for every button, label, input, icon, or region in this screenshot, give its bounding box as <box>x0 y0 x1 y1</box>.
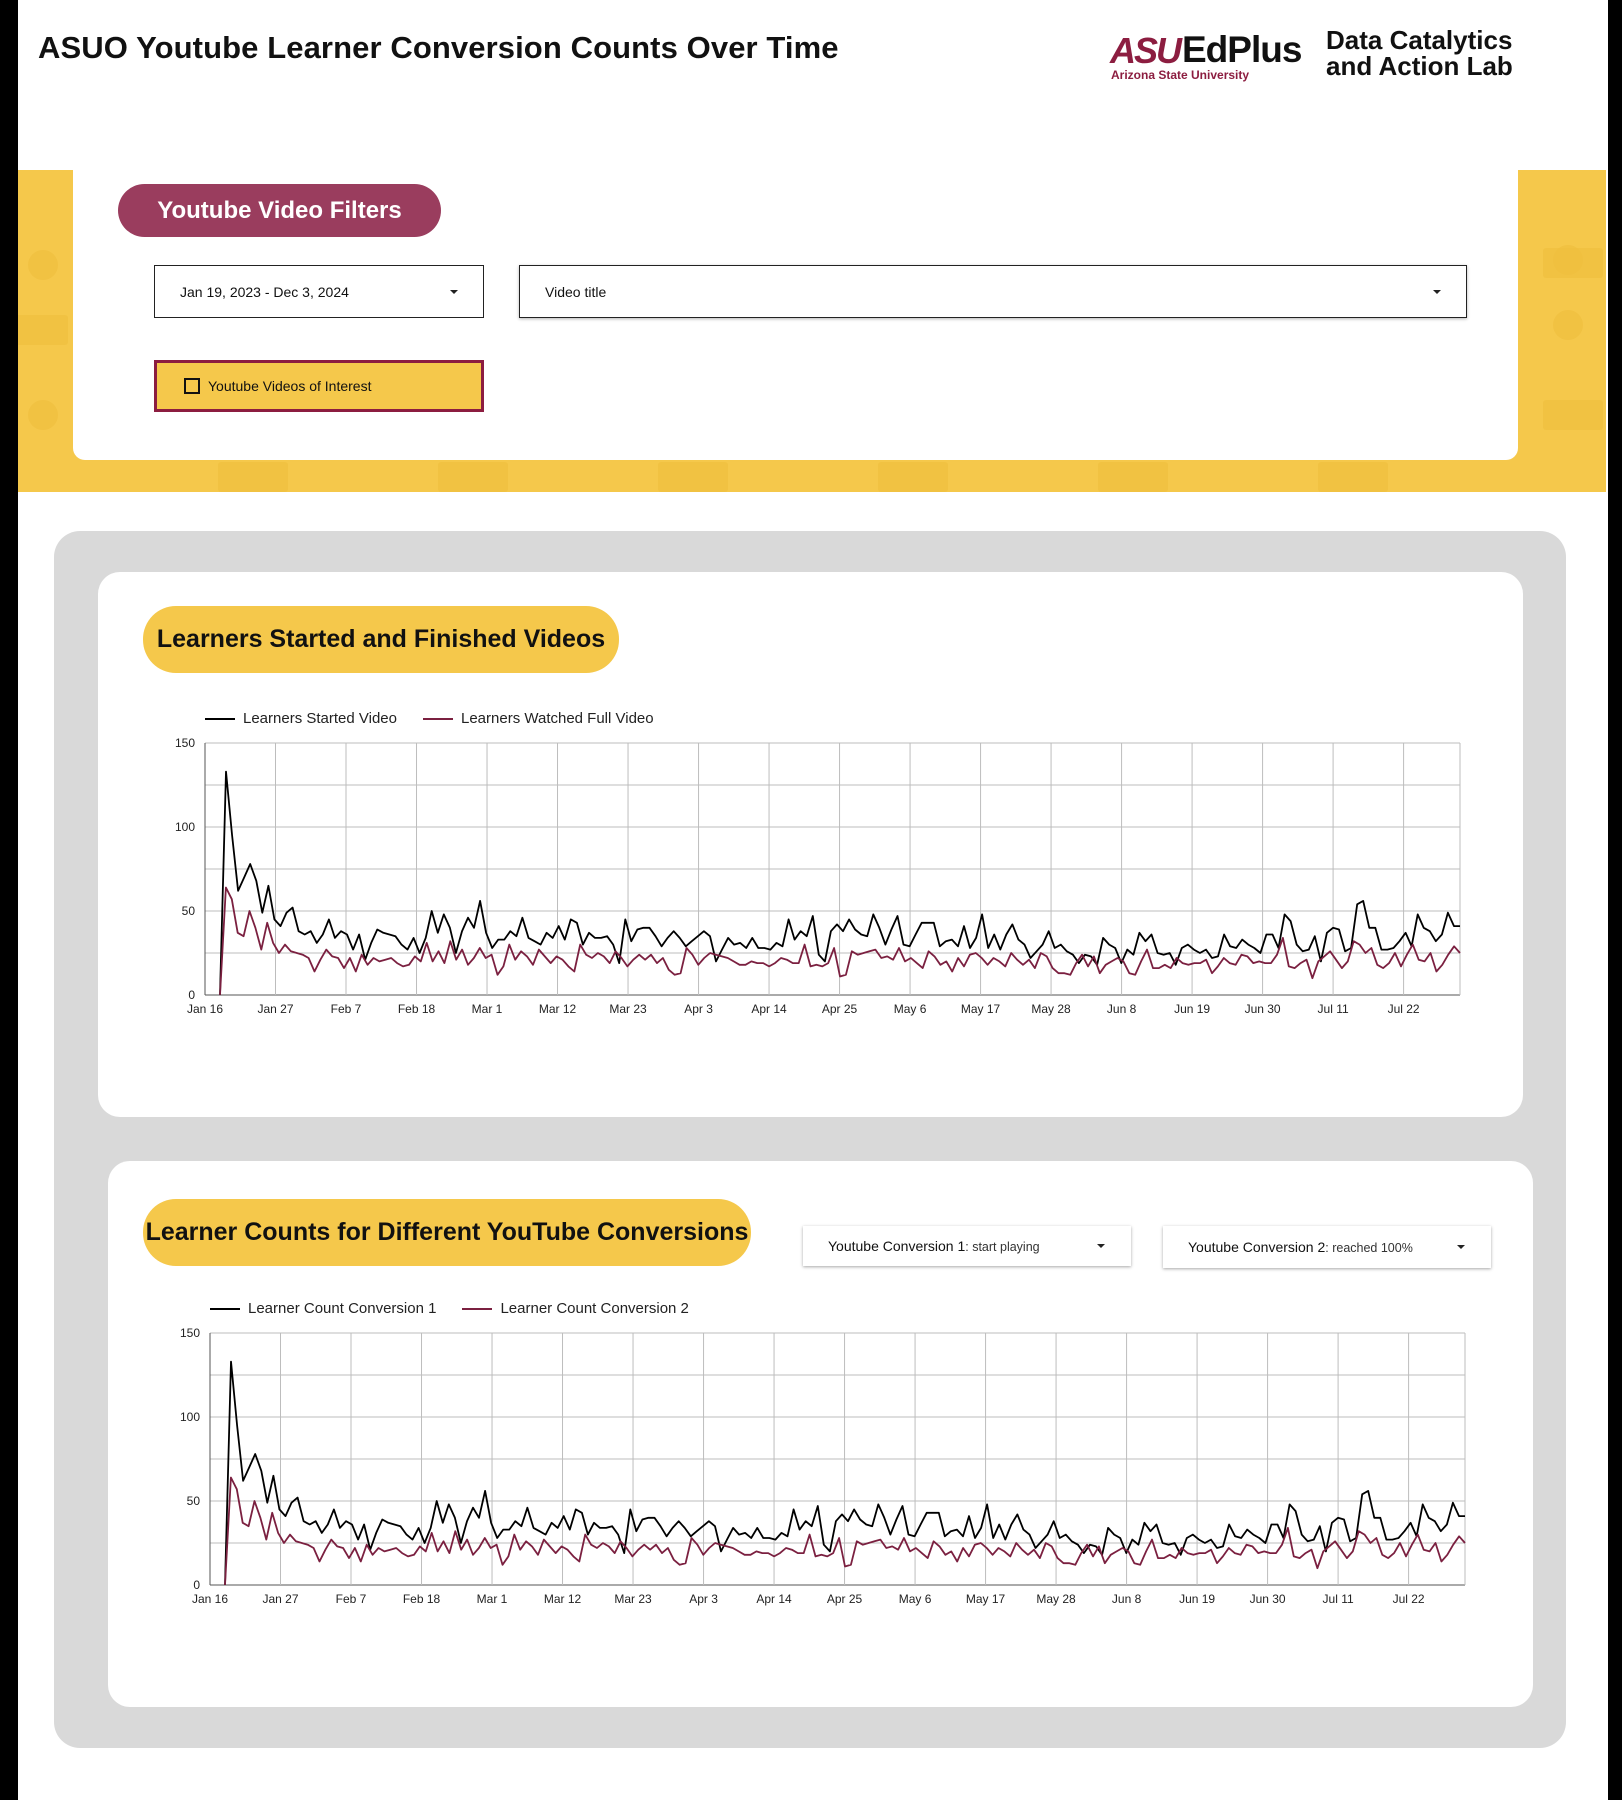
date-range-picker[interactable]: Jan 19, 2023 - Dec 3, 2024 <box>154 265 484 318</box>
edplus-wordmark: EdPlus <box>1182 29 1302 70</box>
line-chart-started-finished: Jan 16 Jan 27 Feb 7 Feb 18 Mar 1 Mar 12 Mar 23… <box>160 735 1470 1035</box>
y-tick-label: 0 <box>193 1578 200 1592</box>
x-tick-label: Jan 16 <box>192 1592 228 1606</box>
legend-item-started[interactable]: Learners Started Video <box>205 710 397 727</box>
x-tick-label: Jul 11 <box>1323 1592 1354 1606</box>
page-title: ASUO Youtube Learner Conversion Counts O… <box>38 30 839 65</box>
y-tick-label: 100 <box>175 820 195 834</box>
x-tick-label: Jul 22 <box>1393 1592 1425 1606</box>
legend-swatch <box>423 717 453 720</box>
x-tick-label: May 28 <box>1031 1002 1071 1016</box>
legend-item-conversion2[interactable]: Learner Count Conversion 2 <box>462 1300 689 1317</box>
x-tick-label: Mar 1 <box>477 1592 508 1606</box>
caret-down-icon <box>1457 1245 1465 1249</box>
x-tick-label: Mar 1 <box>472 1002 503 1016</box>
x-tick-label: Jun 19 <box>1174 1002 1210 1016</box>
x-tick-label: Jun 8 <box>1107 1002 1137 1016</box>
chart1-heading: Learners Started and Finished Videos <box>143 606 619 673</box>
lab-name: Data Catalytics and Action Lab <box>1326 27 1513 79</box>
y-tick-label: 50 <box>182 904 196 918</box>
chart2-legend: Learner Count Conversion 1 Learner Count… <box>210 1300 715 1317</box>
checkbox[interactable] <box>184 378 200 394</box>
conversion2-dropdown[interactable]: Youtube Conversion 2: reached 100% <box>1163 1226 1491 1268</box>
x-tick-label: May 17 <box>961 1002 1001 1016</box>
asu-logo-mark: ASU <box>1110 30 1182 71</box>
y-tick-label: 0 <box>188 988 195 1002</box>
chart2-heading: Learner Counts for Different YouTube Con… <box>143 1199 751 1266</box>
legend-label: Learners Started Video <box>243 710 397 727</box>
x-tick-label: Apr 3 <box>684 1002 713 1016</box>
x-tick-label: Apr 25 <box>827 1592 863 1606</box>
y-tick-label: 100 <box>180 1410 200 1424</box>
line-chart-conversions: Jan 16 Jan 27 Feb 7 Feb 18 Mar 1 Mar 12 Mar 23… <box>165 1325 1475 1625</box>
x-tick-label: Mar 23 <box>614 1592 652 1606</box>
x-tick-label: May 17 <box>966 1592 1006 1606</box>
x-tick-label: Mar 12 <box>539 1002 577 1016</box>
legend-swatch <box>205 717 235 720</box>
legend-swatch <box>462 1307 493 1310</box>
y-tick-label: 150 <box>175 736 195 750</box>
caret-down-icon <box>1433 289 1441 294</box>
x-tick-label: Mar 12 <box>544 1592 582 1606</box>
x-tick-label: Jun 8 <box>1112 1592 1142 1606</box>
x-tick-label: Feb 7 <box>336 1592 367 1606</box>
legend-item-conversion1[interactable]: Learner Count Conversion 1 <box>210 1300 436 1317</box>
chart-svg: Jan 16 Jan 27 Feb 7 Feb 18 Mar 1 Mar 12 Mar 23… <box>175 736 1461 1016</box>
x-tick-label: Jul 22 <box>1388 1002 1420 1016</box>
x-tick-label: Jan 16 <box>187 1002 223 1016</box>
x-tick-label: Jun 30 <box>1250 1592 1286 1606</box>
conversion1-label: Youtube Conversion 1 <box>828 1238 966 1254</box>
left-edge <box>0 0 18 1800</box>
caret-down-icon <box>1097 1244 1105 1248</box>
caret-down-icon <box>450 289 458 294</box>
x-tick-label: May 6 <box>894 1002 927 1016</box>
x-tick-label: May 6 <box>899 1592 932 1606</box>
legend-swatch <box>210 1307 240 1310</box>
legend-label: Learner Count Conversion 1 <box>248 1300 437 1317</box>
legend-label: Learner Count Conversion 2 <box>500 1300 689 1317</box>
x-tick-label: Feb 18 <box>398 1002 436 1016</box>
conversion2-label: Youtube Conversion 2 <box>1188 1239 1326 1255</box>
lab-name-line2: and Action Lab <box>1326 51 1513 81</box>
x-tick-label: Feb 7 <box>331 1002 362 1016</box>
conversion1-dropdown[interactable]: Youtube Conversion 1: start playing <box>803 1226 1131 1266</box>
x-tick-label: Jan 27 <box>257 1002 293 1016</box>
edplus-logo: ASU EdPlus Arizona State University Data… <box>1110 27 1540 90</box>
filters-heading: Youtube Video Filters <box>118 184 441 237</box>
x-tick-label: Apr 25 <box>822 1002 858 1016</box>
video-title-value: Video title <box>545 283 607 300</box>
video-title-dropdown[interactable]: Video title <box>519 265 1467 318</box>
conversion2-value: : reached 100% <box>1325 1241 1413 1255</box>
videos-of-interest-filter[interactable]: Youtube Videos of Interest <box>154 360 484 412</box>
right-edge <box>1608 0 1622 1800</box>
asu-subtitle: Arizona State University <box>1111 68 1250 82</box>
x-tick-label: Mar 23 <box>609 1002 647 1016</box>
x-tick-label: Apr 3 <box>689 1592 718 1606</box>
x-tick-label: Jan 27 <box>262 1592 298 1606</box>
y-tick-label: 50 <box>187 1494 201 1508</box>
videos-of-interest-label: Youtube Videos of Interest <box>208 378 372 394</box>
date-range-value: Jan 19, 2023 - Dec 3, 2024 <box>180 283 349 300</box>
chart1-legend: Learners Started Video Learners Watched … <box>205 710 680 727</box>
x-tick-label: May 28 <box>1036 1592 1076 1606</box>
chart-svg: Jan 16 Jan 27 Feb 7 Feb 18 Mar 1 Mar 12 Mar 23… <box>180 1326 1466 1606</box>
x-tick-label: Jun 30 <box>1245 1002 1281 1016</box>
y-tick-label: 150 <box>180 1326 200 1340</box>
x-tick-label: Jul 11 <box>1318 1002 1349 1016</box>
x-tick-label: Apr 14 <box>751 1002 787 1016</box>
legend-item-finished[interactable]: Learners Watched Full Video <box>423 710 654 727</box>
conversion1-value: : start playing <box>965 1240 1040 1254</box>
x-tick-label: Apr 14 <box>756 1592 792 1606</box>
legend-label: Learners Watched Full Video <box>461 710 654 727</box>
x-tick-label: Feb 18 <box>403 1592 441 1606</box>
x-tick-label: Jun 19 <box>1179 1592 1215 1606</box>
